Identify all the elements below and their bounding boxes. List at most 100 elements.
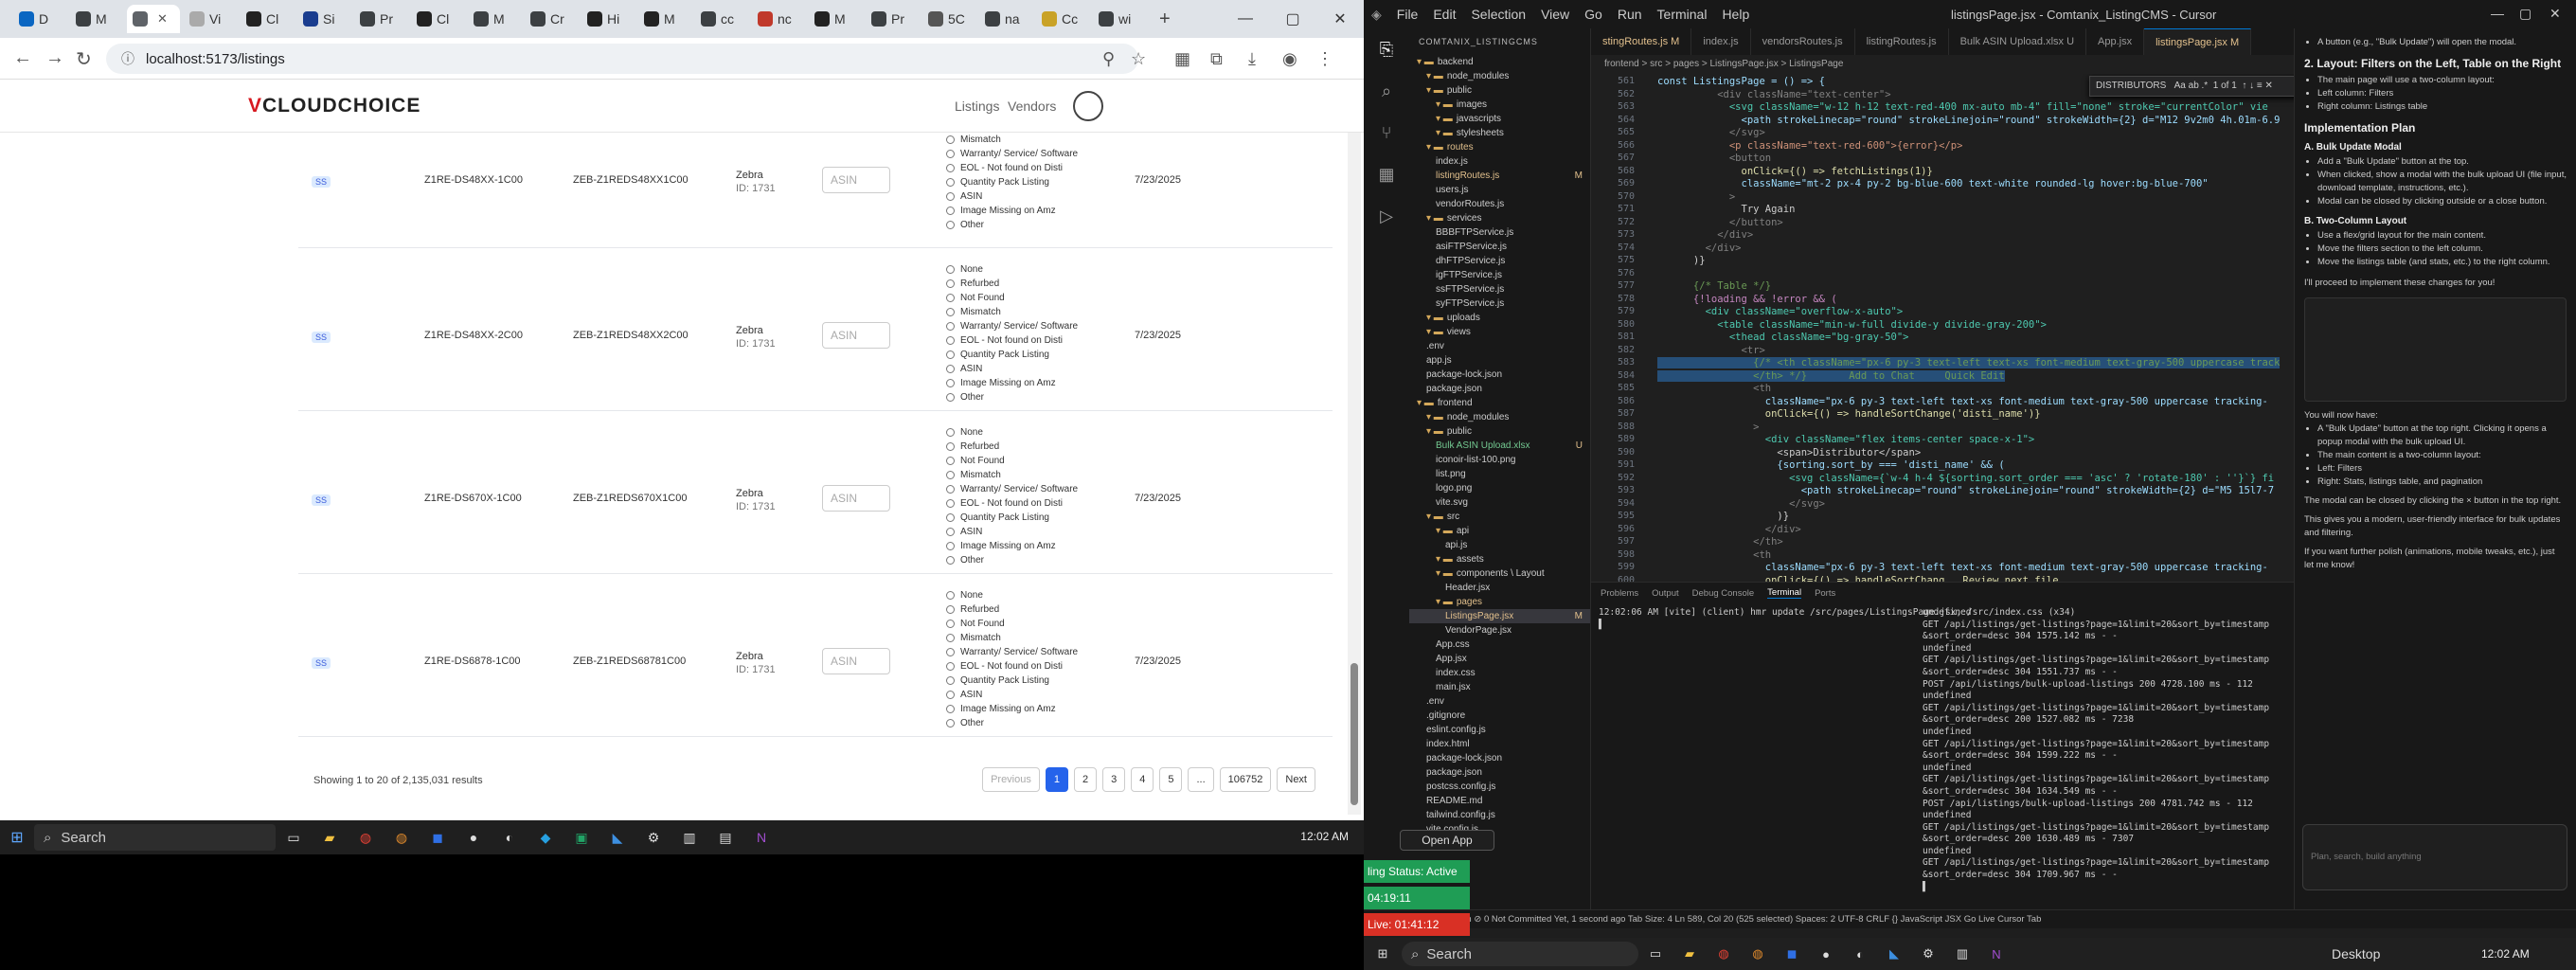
code-line[interactable]: <th [1657, 549, 1771, 561]
close-icon[interactable]: ✕ [1316, 0, 1364, 38]
code-line[interactable]: )} [1657, 255, 1706, 266]
search-icon[interactable]: ⌕ [1364, 70, 1409, 112]
distributor-option[interactable]: Refurbed [946, 277, 1098, 291]
more-menu-icon[interactable]: ⋮ [1316, 49, 1333, 69]
code-line[interactable]: </div> [1657, 524, 1801, 535]
browser-tab[interactable]: wi [1093, 5, 1146, 33]
code-line[interactable]: className="px-6 py-3 text-left text-xs f… [1657, 562, 2268, 573]
editor-tab[interactable]: Bulk ASIN Upload.xlsx U [1949, 28, 2087, 55]
app-icon[interactable]: ▤ [707, 820, 743, 854]
browser-tab[interactable]: Pr [354, 5, 407, 33]
distributor-option[interactable]: EOL - Not found on Disti [946, 333, 1098, 348]
code-line[interactable]: > [1657, 191, 1735, 203]
editor-tab[interactable]: listingsPage.jsx M [2144, 28, 2252, 55]
code-line[interactable]: <path strokeLinecap="round" strokeLinejo… [1657, 115, 2281, 126]
distributor-option[interactable]: EOL - Not found on Disti [946, 659, 1098, 674]
radio-button[interactable] [946, 379, 955, 387]
taskbar-search[interactable]: ⌕ Search [34, 824, 276, 851]
radio-button[interactable] [946, 485, 955, 494]
code-line[interactable]: <div className="overflow-x-auto"> [1657, 306, 1904, 317]
radio-button[interactable] [946, 705, 955, 713]
radio-button[interactable] [946, 648, 955, 656]
editor-tab[interactable]: vendorsRoutes.js [1751, 28, 1855, 55]
run-debug-icon[interactable]: ▷ [1364, 195, 1409, 237]
file-item[interactable]: index.html [1409, 737, 1590, 751]
browser-tab[interactable]: M [809, 5, 862, 33]
profile-icon[interactable]: ◉ [1282, 49, 1297, 69]
browser-tab[interactable]: M [638, 5, 691, 33]
code-line[interactable]: {/* Table */} [1657, 280, 1771, 292]
distributor-option[interactable]: ASIN [946, 525, 1098, 539]
menu-run[interactable]: Run [1610, 7, 1650, 22]
distributor-option[interactable]: Image Missing on Amz [946, 204, 1098, 218]
file-item[interactable]: ssFTPService.js [1409, 282, 1590, 296]
panel-tab-debug-console[interactable]: Debug Console [1692, 588, 1755, 599]
menu-view[interactable]: View [1533, 7, 1577, 22]
menu-go[interactable]: Go [1577, 7, 1610, 22]
code-line[interactable]: className="mt-2 px-4 py-2 bg-blue-600 te… [1657, 178, 2209, 189]
distributor-option[interactable]: None [946, 425, 1098, 440]
radio-button[interactable] [946, 350, 955, 359]
page-button-2[interactable]: 2 [1073, 767, 1098, 792]
code-line[interactable]: <thead className="bg-gray-50"> [1657, 332, 1909, 343]
minimize-icon[interactable]: — [2491, 6, 2504, 21]
distributor-option[interactable]: Refurbed [946, 602, 1098, 617]
distributor-option[interactable]: Not Found [946, 291, 1098, 305]
distributor-option[interactable]: None [946, 262, 1098, 277]
radio-button[interactable] [946, 279, 955, 288]
url-input[interactable]: ⓘ localhost:5173/listings [106, 44, 1138, 74]
forward-icon[interactable]: → [45, 47, 64, 69]
terminal-backend[interactable]: undefined GET /api/listings/get-listings… [1923, 607, 2292, 893]
new-tab-icon[interactable]: + [1150, 9, 1180, 30]
file-item[interactable]: dhFTPService.js [1409, 254, 1590, 268]
extension-icon[interactable]: ▦ [1174, 49, 1190, 69]
page-button-106752[interactable]: 106752 [1219, 767, 1272, 792]
editor-tab[interactable]: App.jsx [2086, 28, 2145, 55]
radio-button[interactable] [946, 428, 955, 437]
distributor-option[interactable]: Image Missing on Amz [946, 539, 1098, 553]
file-item[interactable]: App.jsx [1409, 652, 1590, 666]
file-item[interactable]: vendorRoutes.js [1409, 197, 1590, 211]
file-item[interactable]: iconoir-list-100.png [1409, 453, 1590, 467]
chat-input[interactable]: Plan, search, build anything [2302, 824, 2567, 890]
code-line[interactable]: <path strokeLinecap="round" strokeLinejo… [1657, 485, 2274, 496]
folder-item[interactable]: ▾ ▬ stylesheets [1409, 126, 1590, 140]
page-button-5[interactable]: 5 [1159, 767, 1183, 792]
file-item[interactable]: list.png [1409, 467, 1590, 481]
panel-tab-terminal[interactable]: Terminal [1767, 587, 1802, 599]
file-item[interactable]: logo.png [1409, 481, 1590, 495]
file-explorer-icon[interactable]: ▰ [1673, 938, 1707, 970]
radio-button[interactable] [946, 719, 955, 728]
browser-tab[interactable]: Pr [866, 5, 919, 33]
file-item[interactable]: index.js [1409, 154, 1590, 169]
code-line[interactable]: )} [1657, 511, 1789, 522]
folder-item[interactable]: ▾ ▬ public [1409, 83, 1590, 98]
page-button-4[interactable]: 4 [1131, 767, 1154, 792]
distributor-option[interactable]: ASIN [946, 688, 1098, 702]
folder-item[interactable]: ▾ ▬ javascripts [1409, 112, 1590, 126]
distributor-option[interactable]: Warranty/ Service/ Software [946, 482, 1098, 496]
radio-button[interactable] [946, 662, 955, 671]
app-icon[interactable]: ◈ [1364, 7, 1389, 23]
windows-start-icon[interactable]: ⊞ [0, 828, 34, 847]
source-badge[interactable]: SS [312, 657, 331, 669]
radio-button[interactable] [946, 178, 955, 187]
user-avatar-icon[interactable] [1073, 91, 1103, 121]
page-scrollbar[interactable] [1348, 133, 1361, 815]
distributor-option[interactable]: Mismatch [946, 468, 1098, 482]
asin-input[interactable]: ASIN [822, 648, 890, 674]
extensions-puzzle-icon[interactable]: ⧉ [1210, 49, 1223, 69]
folder-item[interactable]: ▾ ▬ backend [1409, 55, 1590, 69]
radio-button[interactable] [946, 207, 955, 215]
browser-tab[interactable]: M [468, 5, 521, 33]
page-button-next[interactable]: Next [1277, 767, 1315, 792]
extensions-icon[interactable]: ▦ [1364, 153, 1409, 195]
code-line[interactable]: {!loading && !error && ( [1657, 294, 1837, 305]
app-icon[interactable]: ◐ [492, 820, 528, 854]
menu-file[interactable]: File [1389, 7, 1426, 22]
browser-icon[interactable]: ◍ [1741, 938, 1775, 970]
file-item[interactable]: eslint.config.js [1409, 723, 1590, 737]
chrome-icon[interactable]: ◍ [1707, 938, 1741, 970]
browser-tab[interactable]: Si [297, 5, 350, 33]
code-line[interactable]: <table className="min-w-full divide-y di… [1657, 319, 2047, 331]
